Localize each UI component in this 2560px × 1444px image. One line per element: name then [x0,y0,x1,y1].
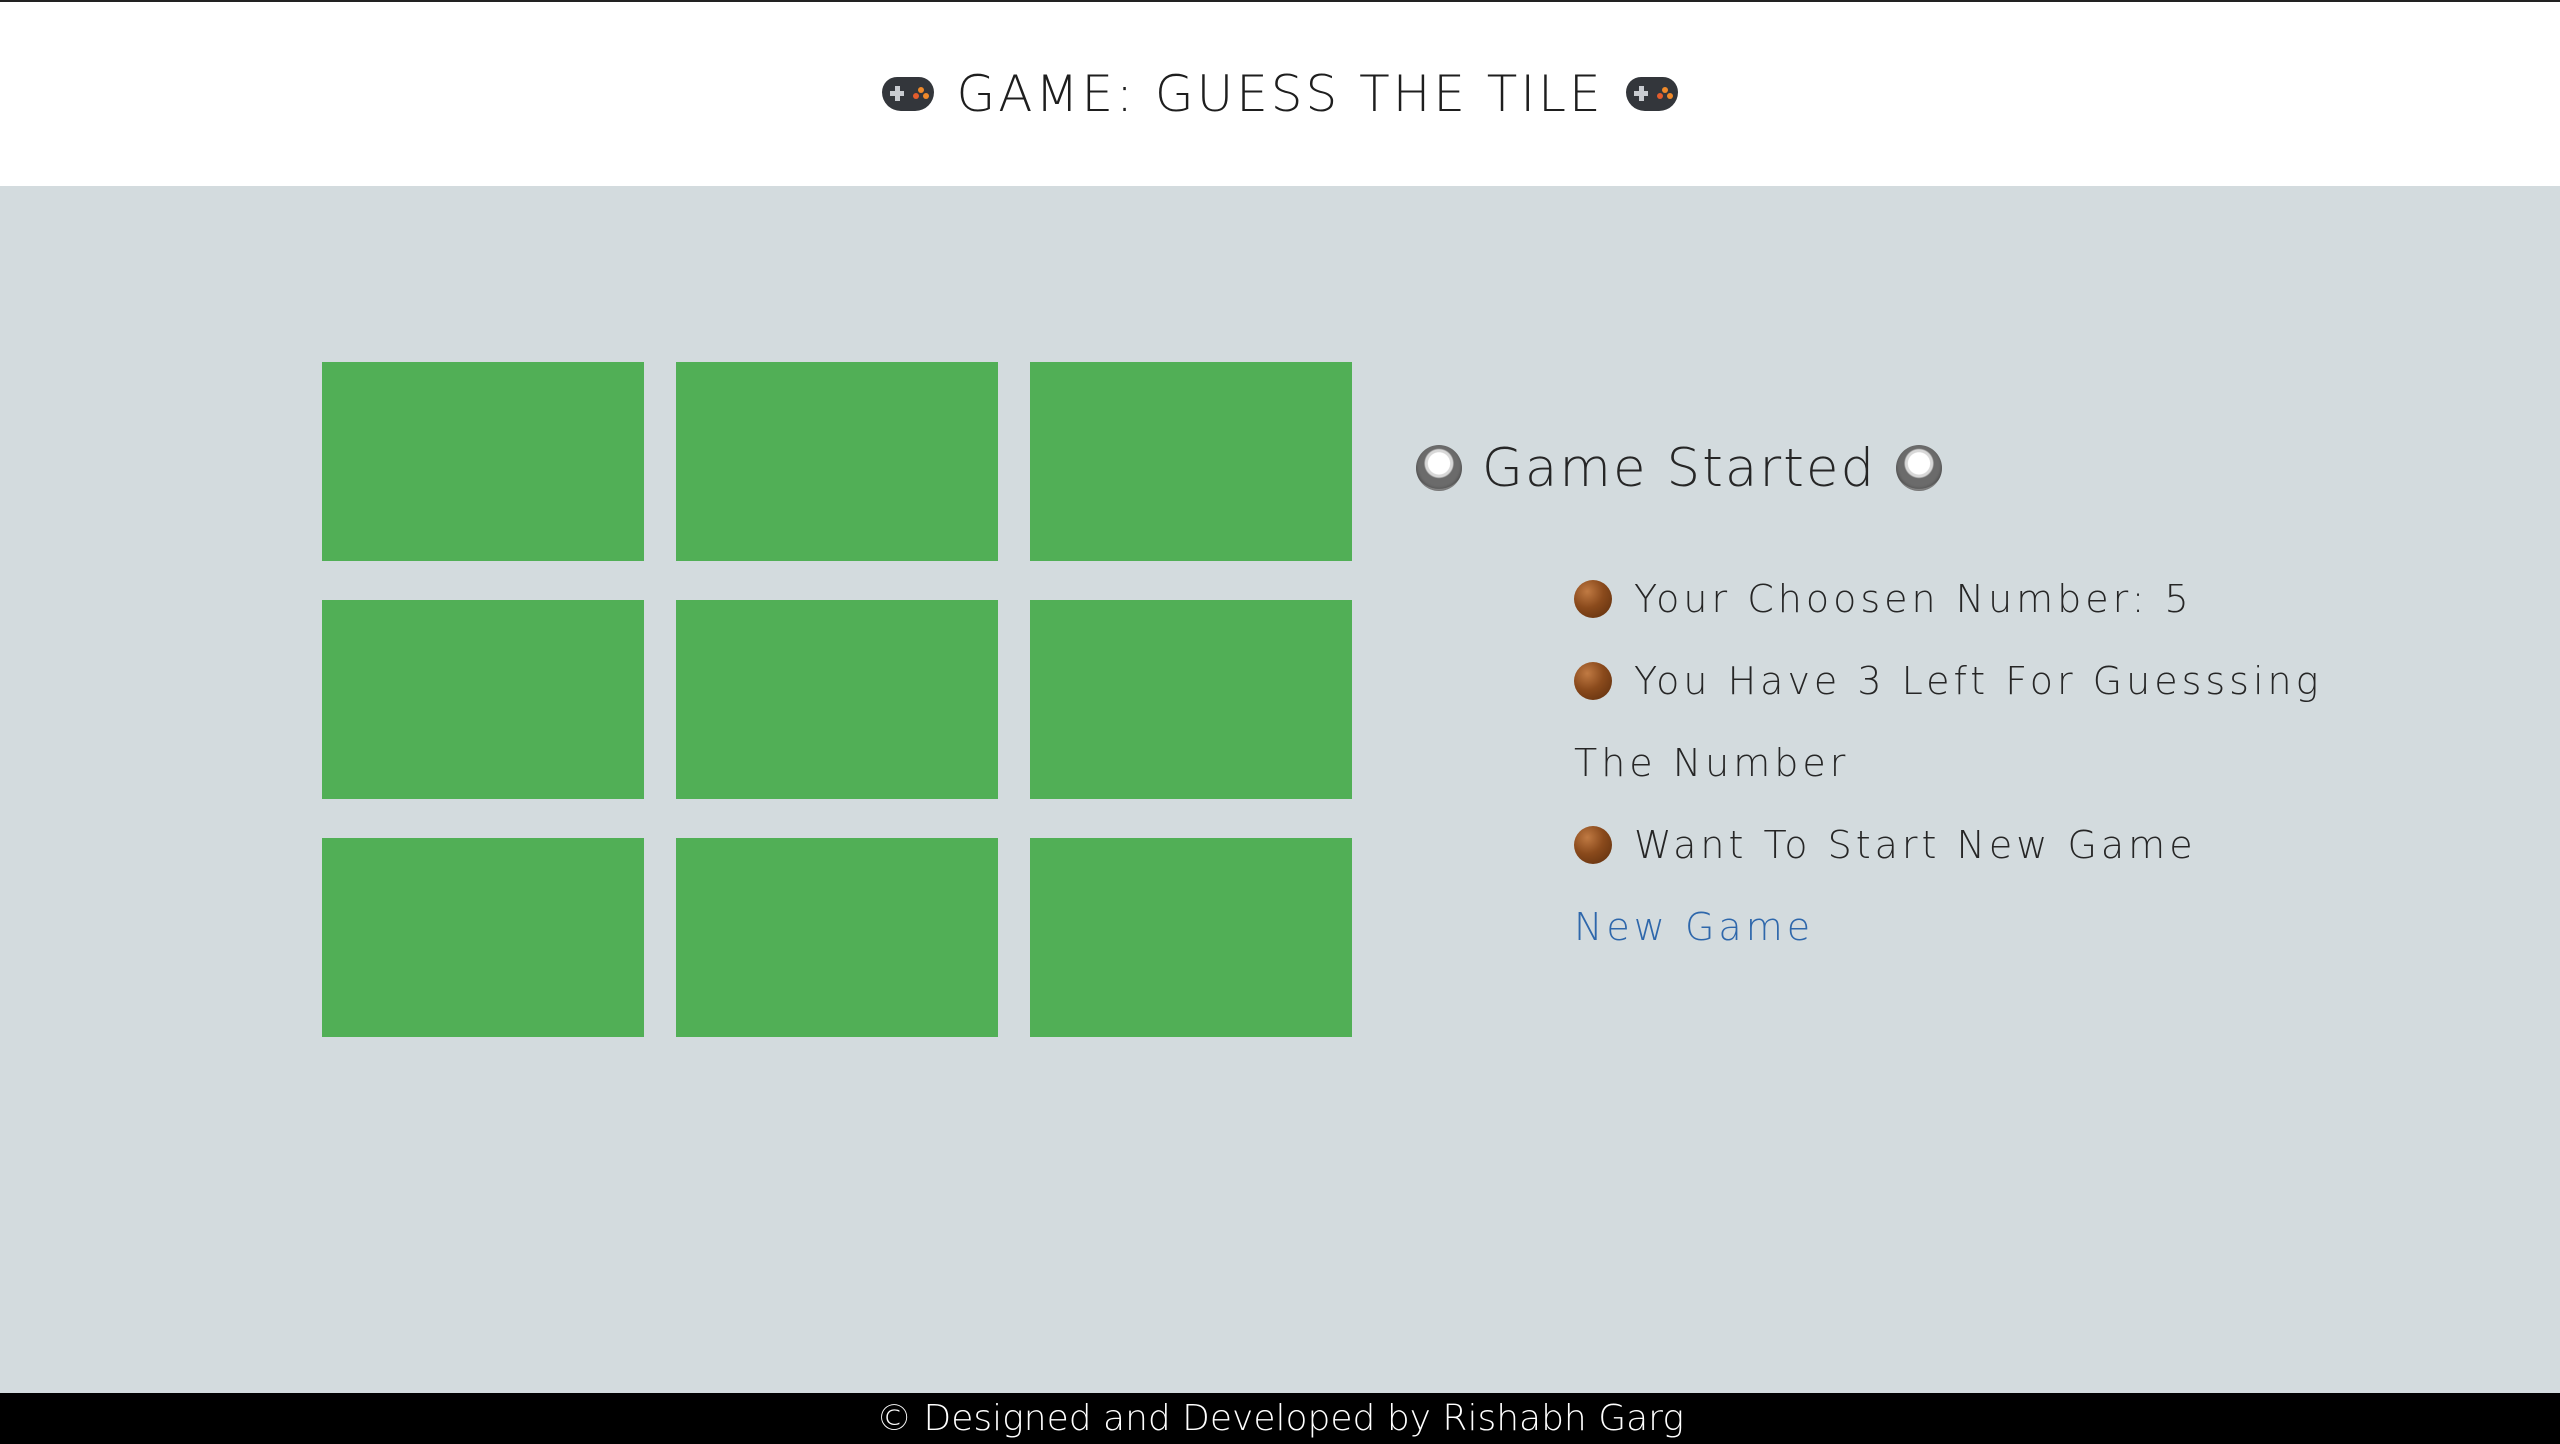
brown-circle-icon [1574,662,1612,700]
tile-2[interactable] [676,362,998,561]
page-title: GAME: GUESS THE TILE [882,65,1678,123]
guesses-left-text: You Have 3 Left For Guesssing [1634,659,2323,703]
game-status: Game Started [1174,428,2184,508]
chosen-number-text: Your Choosen Number: 5 [1634,577,2193,621]
tile-9[interactable] [1030,838,1352,1037]
gamepad-icon [882,77,935,111]
guesses-left-text-cont: The Number [1574,741,1850,785]
new-game-link[interactable]: New Game [1574,886,1814,968]
new-game-prompt-text: Want To Start New Game [1634,823,2197,867]
footer-credit: © Designed and Developed by Rishabh Garg [876,1398,1684,1439]
guesses-left-continuation: The Number [1574,722,2394,804]
game-info-panel: Game Started Your Choosen Number: 5 You … [1415,428,2394,968]
tile-1[interactable] [322,362,644,561]
title-text: GAME: GUESS THE TILE [956,65,1604,123]
info-list: Your Choosen Number: 5 You Have 3 Left F… [1574,558,2394,968]
new-game-prompt-line: Want To Start New Game [1574,804,2394,886]
guesses-left-line: You Have 3 Left For Guesssing [1574,640,2394,722]
tile-5[interactable] [676,600,998,799]
radio-button-icon [1415,445,1462,491]
brown-circle-icon [1574,580,1612,618]
radio-button-icon [1896,445,1943,491]
game-status-text: Game Started [1481,437,1877,499]
brown-circle-icon [1574,826,1612,864]
tile-8[interactable] [676,838,998,1037]
page-header: GAME: GUESS THE TILE [0,2,2560,186]
page-footer: © Designed and Developed by Rishabh Garg [0,1393,2560,1444]
gamepad-icon [1625,77,1678,111]
tile-6[interactable] [1030,600,1352,799]
tile-7[interactable] [322,838,644,1037]
chosen-number-line: Your Choosen Number: 5 [1574,558,2394,640]
tile-4[interactable] [322,600,644,799]
